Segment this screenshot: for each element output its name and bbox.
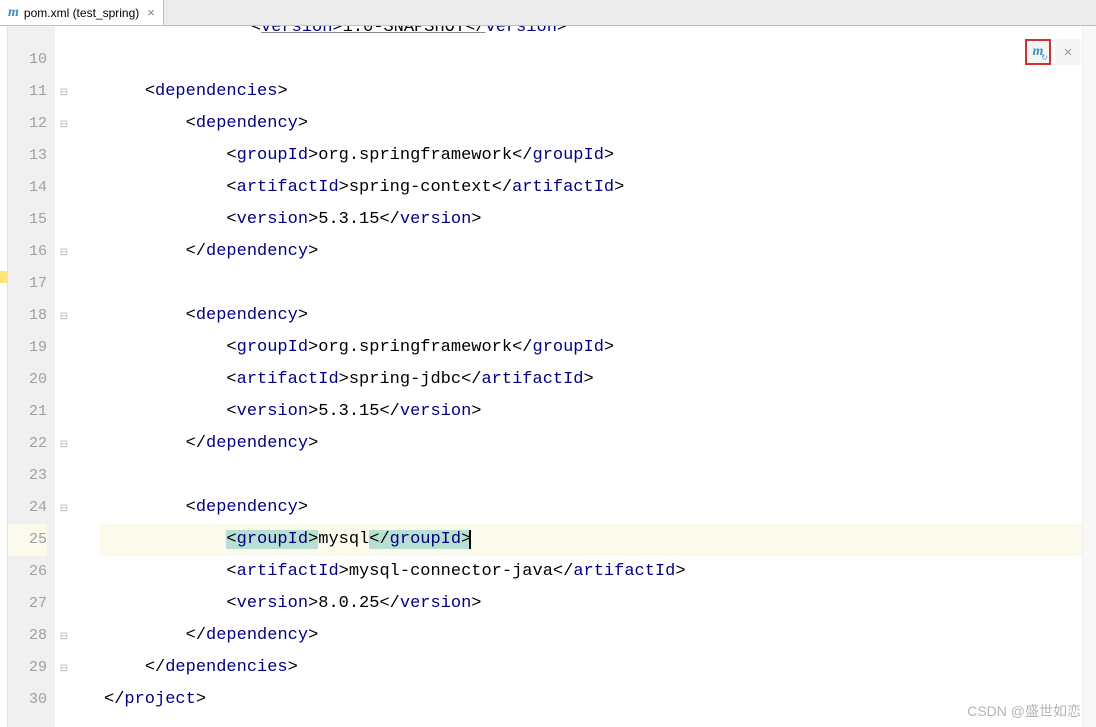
line-number: 27 <box>8 588 47 620</box>
maven-reload-button[interactable]: m ↻ <box>1025 39 1051 65</box>
code-line[interactable]: <groupId>org.springframework</groupId> <box>100 332 1082 364</box>
code-line[interactable]: <dependency> <box>100 300 1082 332</box>
code-line[interactable]: <artifactId>spring-context</artifactId> <box>100 172 1082 204</box>
close-icon[interactable]: × <box>147 5 155 20</box>
line-number: 26 <box>8 556 47 588</box>
line-number: 18 <box>8 300 47 332</box>
code-line[interactable] <box>100 268 1082 300</box>
file-tab[interactable]: m pom.xml (test_spring) × <box>0 0 164 25</box>
line-number: 23 <box>8 460 47 492</box>
code-line[interactable]: </dependency> <box>100 428 1082 460</box>
line-number: 14 <box>8 172 47 204</box>
code-line[interactable]: <version>8.0.25</version> <box>100 588 1082 620</box>
marker-bar <box>0 26 8 727</box>
line-number: 28 <box>8 620 47 652</box>
line-number: 11 <box>8 76 47 108</box>
line-number: 29 <box>8 652 47 684</box>
tab-title: pom.xml (test_spring) <box>24 6 139 20</box>
line-number: 21 <box>8 396 47 428</box>
fold-marker[interactable]: ⊟ <box>60 492 68 524</box>
scrollbar[interactable] <box>1082 26 1096 727</box>
code-line[interactable]: <version>5.3.15</version> <box>100 396 1082 428</box>
code-line[interactable]: <dependencies> <box>100 76 1082 108</box>
line-number <box>8 26 47 44</box>
code-line[interactable]: <dependency> <box>100 108 1082 140</box>
fold-marker[interactable]: ⊟ <box>60 76 68 108</box>
refresh-icon: ↻ <box>1041 53 1048 62</box>
code-line[interactable]: <dependency> <box>100 492 1082 524</box>
fold-marker[interactable]: ⊟ <box>60 428 68 460</box>
code-line[interactable]: </dependency> <box>100 620 1082 652</box>
tab-bar: m pom.xml (test_spring) × <box>0 0 1096 26</box>
maven-icon: m <box>8 5 19 21</box>
code-line[interactable]: <artifactId>spring-jdbc</artifactId> <box>100 364 1082 396</box>
line-number: 12 <box>8 108 47 140</box>
code-line[interactable] <box>100 44 1082 76</box>
code-line[interactable]: </dependencies> <box>100 652 1082 684</box>
code-line[interactable]: <groupId>org.springframework</groupId> <box>100 140 1082 172</box>
line-number: 20 <box>8 364 47 396</box>
editor: 10 11 12 13 14 15 16 17 18 19 20 21 22 2… <box>0 26 1096 727</box>
line-number: 25 <box>8 524 47 556</box>
line-number: 13 <box>8 140 47 172</box>
code-line[interactable]: </dependency> <box>100 236 1082 268</box>
line-number-gutter: 10 11 12 13 14 15 16 17 18 19 20 21 22 2… <box>8 26 55 727</box>
floating-toolbar: m ↻ × <box>1025 39 1081 65</box>
line-number: 10 <box>8 44 47 76</box>
code-line[interactable]: <version>5.3.15</version> <box>100 204 1082 236</box>
marker <box>0 271 7 283</box>
code-line[interactable]: </project> <box>100 684 1082 716</box>
caret-gutter <box>73 26 100 727</box>
hide-button[interactable]: × <box>1055 39 1081 65</box>
code-line[interactable]: <groupId>mysql</groupId> <box>100 524 1082 556</box>
watermark: CSDN @盛世如恋 <box>967 701 1081 721</box>
line-number: 15 <box>8 204 47 236</box>
line-number: 30 <box>8 684 47 716</box>
fold-marker[interactable]: ⊟ <box>60 300 68 332</box>
code-line[interactable]: <artifactId>mysql-connector-java</artifa… <box>100 556 1082 588</box>
code-line[interactable]: <version>1.0-SNAPSHOT</version> <box>100 26 1082 44</box>
line-number: 22 <box>8 428 47 460</box>
fold-marker[interactable]: ⊟ <box>60 108 68 140</box>
fold-marker[interactable]: ⊟ <box>60 236 68 268</box>
fold-gutter: ⊟ ⊟ ⊟ ⊟ ⊟ ⊟ ⊟ ⊟ <box>55 26 73 727</box>
code-area[interactable]: <version>1.0-SNAPSHOT</version> <depende… <box>100 26 1082 727</box>
line-number: 17 <box>8 268 47 300</box>
caret <box>469 530 471 549</box>
close-icon: × <box>1064 44 1073 61</box>
line-number: 16 <box>8 236 47 268</box>
line-number: 19 <box>8 332 47 364</box>
code-line[interactable] <box>100 460 1082 492</box>
fold-marker[interactable]: ⊟ <box>60 652 68 684</box>
fold-marker[interactable]: ⊟ <box>60 620 68 652</box>
line-number: 24 <box>8 492 47 524</box>
